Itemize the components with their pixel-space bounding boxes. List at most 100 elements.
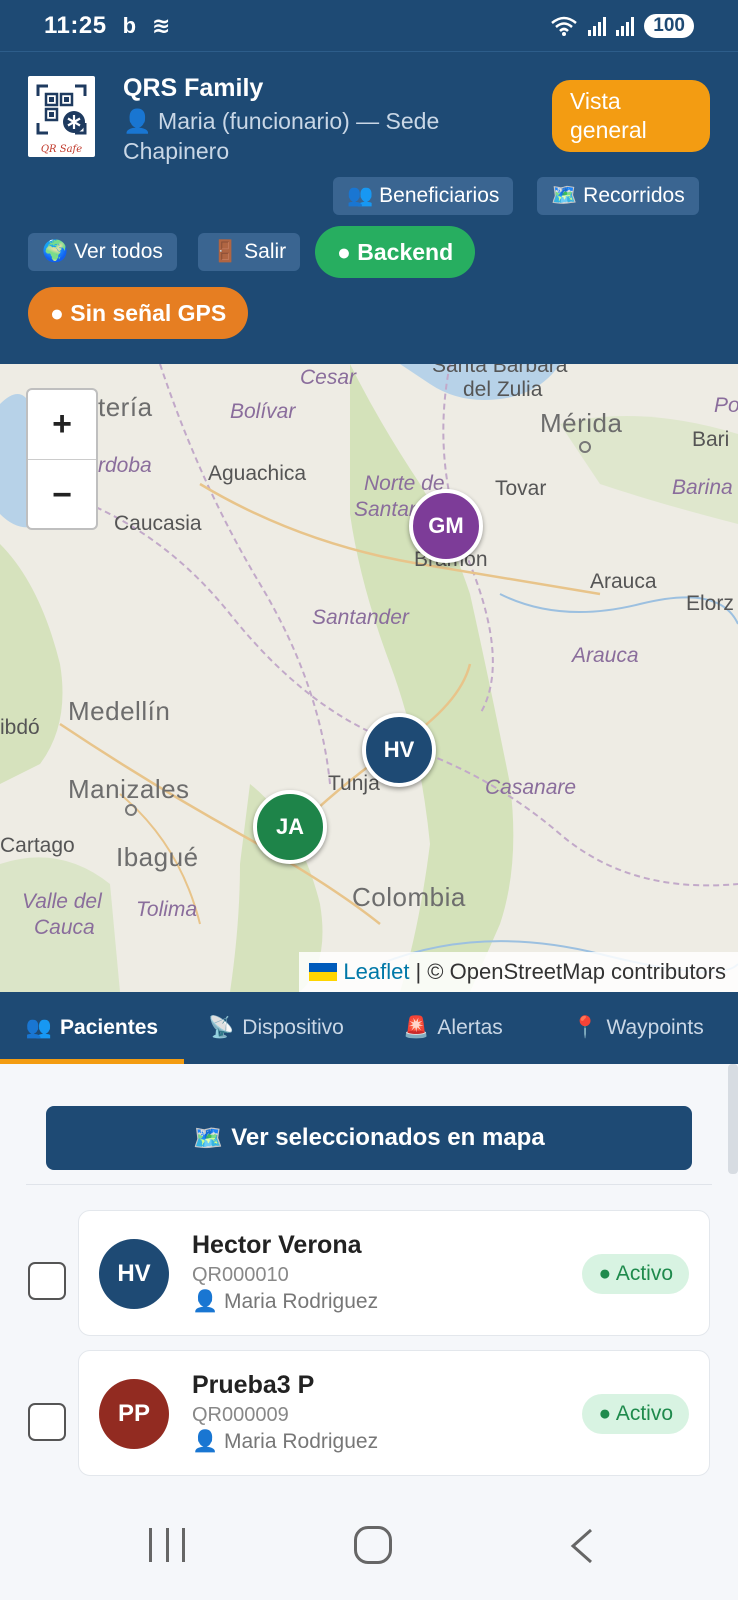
map-label: Tovar — [495, 477, 547, 500]
patient-name: Prueba3 P — [192, 1371, 315, 1399]
zoom-out-button[interactable]: − — [28, 460, 96, 530]
door-icon: 🚪 — [212, 240, 239, 263]
zoom-in-button[interactable]: + — [28, 390, 96, 460]
siren-icon: 🚨 — [403, 1016, 430, 1039]
satellite-icon: 📡 — [208, 1016, 235, 1039]
patient-name: Hector Verona — [192, 1231, 362, 1259]
map-label: Valle del — [22, 890, 102, 913]
map-view[interactable]: Santa Bárbara del Zulia Cesar Mérida Po … — [0, 364, 738, 992]
patient-checkbox[interactable] — [28, 1262, 66, 1300]
view-all-button[interactable]: 🌍 Ver todos — [28, 233, 177, 271]
map-attribution: Leaflet | © OpenStreetMap contributors — [299, 952, 738, 992]
map-marker-ja[interactable]: JA — [253, 790, 327, 864]
signal-icon-2 — [616, 16, 635, 36]
user-icon: 👤 — [192, 1430, 219, 1453]
map-label: Colombia — [352, 882, 466, 912]
current-user-info: 👤 Maria (funcionario) — Sede Chapinero — [123, 106, 503, 166]
patients-panel: 🗺️ Ver seleccionados en mapa HV Hector V… — [0, 1064, 738, 1492]
map-label: Bari — [692, 428, 730, 451]
patient-owner: 👤 Maria Rodriguez — [192, 1290, 378, 1314]
tab-waypoints[interactable]: 📍 Waypoints — [538, 992, 738, 1064]
overview-button[interactable]: Vista general — [552, 80, 710, 152]
tab-bar: 👥 Pacientes 📡 Dispositivo 🚨 Alertas 📍 Wa… — [0, 992, 738, 1064]
user-icon: 👤 — [123, 108, 152, 134]
battery-indicator: 100 — [644, 13, 694, 38]
map-icon: 🗺️ — [551, 184, 578, 207]
bing-icon: b — [122, 12, 137, 38]
clock: 11:25 — [44, 11, 107, 39]
attribution-text: | © OpenStreetMap contributors — [415, 959, 726, 984]
avatar: HV — [99, 1239, 169, 1309]
stack-app-icon: ≋ — [152, 12, 171, 38]
avatar: PP — [99, 1379, 169, 1449]
leaflet-link[interactable]: Leaflet — [343, 959, 409, 985]
view-selected-label: Ver seleccionados en mapa — [231, 1124, 545, 1151]
back-icon[interactable] — [569, 1528, 595, 1564]
owner-name: Maria Rodriguez — [224, 1430, 379, 1453]
qr-logo-icon — [36, 84, 87, 135]
map-marker-hv[interactable]: HV — [362, 713, 436, 787]
beneficiaries-label: Beneficiarios — [379, 184, 500, 207]
app-header: QR Safe QRS Family 👤 Maria (funcionario)… — [0, 52, 738, 364]
user-icon: 👤 — [192, 1290, 219, 1313]
map-label: Medellín — [68, 696, 171, 726]
map-label: Santander — [312, 606, 409, 629]
map-label: Mérida — [540, 408, 623, 438]
tab-label: Pacientes — [60, 1016, 159, 1039]
backend-status-badge: ● Backend — [315, 226, 476, 278]
map-label: Ibagué — [116, 842, 199, 872]
tab-label: Dispositivo — [242, 1016, 344, 1039]
people-icon: 👥 — [347, 184, 374, 207]
tab-patients[interactable]: 👥 Pacientes — [0, 992, 184, 1064]
map-label: Cauca — [34, 916, 95, 939]
map-label: rdoba — [98, 454, 152, 477]
map-label: Casanare — [485, 776, 577, 799]
map-label: Cartago — [0, 834, 75, 857]
recent-apps-icon[interactable] — [149, 1528, 185, 1564]
map-label: Caucasia — [114, 512, 202, 535]
gps-status-badge: ● Sin señal GPS — [28, 287, 249, 339]
map-label: tería — [98, 392, 153, 422]
patient-card[interactable]: PP Prueba3 P QR000009 👤 Maria Rodriguez … — [78, 1350, 710, 1476]
map-label: Bolívar — [230, 400, 296, 423]
map-label: Cesar — [300, 366, 357, 389]
tab-device[interactable]: 📡 Dispositivo — [184, 992, 368, 1064]
owner-name: Maria Rodriguez — [224, 1290, 379, 1313]
map-icon: 🗺️ — [193, 1124, 224, 1152]
user-line-text: Maria (funcionario) — Sede Chapinero — [123, 108, 440, 164]
zoom-control: + − — [26, 388, 98, 530]
map-label: Manizales — [68, 774, 190, 804]
map-label: Aguachica — [208, 462, 307, 485]
pin-icon: 📍 — [572, 1016, 599, 1039]
wifi-icon — [551, 16, 578, 36]
status-bar: 11:25 b ≋ 100 — [0, 0, 738, 52]
patient-code: QR000009 — [192, 1404, 289, 1426]
map-label: Po — [714, 394, 738, 417]
view-selected-on-map-button[interactable]: 🗺️ Ver seleccionados en mapa — [46, 1106, 692, 1170]
patient-card[interactable]: HV Hector Verona QR000010 👤 Maria Rodrig… — [78, 1210, 710, 1336]
tab-label: Alertas — [437, 1016, 503, 1039]
map-label: ibdó — [0, 716, 40, 739]
tab-alerts[interactable]: 🚨 Alertas — [368, 992, 538, 1064]
divider — [26, 1184, 712, 1185]
map-marker-gm[interactable]: GM — [409, 489, 483, 563]
status-badge: ● Activo — [582, 1394, 689, 1434]
scrollbar-thumb[interactable] — [728, 1064, 738, 1174]
globe-icon: 🌍 — [42, 240, 69, 263]
patient-checkbox[interactable] — [28, 1403, 66, 1441]
home-icon[interactable] — [354, 1526, 392, 1564]
map-label: del Zulia — [463, 378, 543, 401]
routes-button[interactable]: 🗺️ Recorridos — [537, 177, 699, 215]
status-badge: ● Activo — [582, 1254, 689, 1294]
map-label: Santa Bárbara — [432, 364, 568, 377]
app-title: QRS Family — [123, 74, 264, 102]
map-label: Arauca — [572, 644, 639, 667]
map-label: Tolima — [136, 898, 198, 921]
ukraine-flag-icon — [309, 963, 338, 981]
routes-label: Recorridos — [583, 184, 685, 207]
logout-button[interactable]: 🚪 Salir — [198, 233, 301, 271]
beneficiaries-button[interactable]: 👥 Beneficiarios — [333, 177, 514, 215]
view-all-label: Ver todos — [74, 240, 163, 263]
people-icon: 👥 — [25, 1016, 53, 1039]
system-nav-bar — [0, 1492, 738, 1600]
